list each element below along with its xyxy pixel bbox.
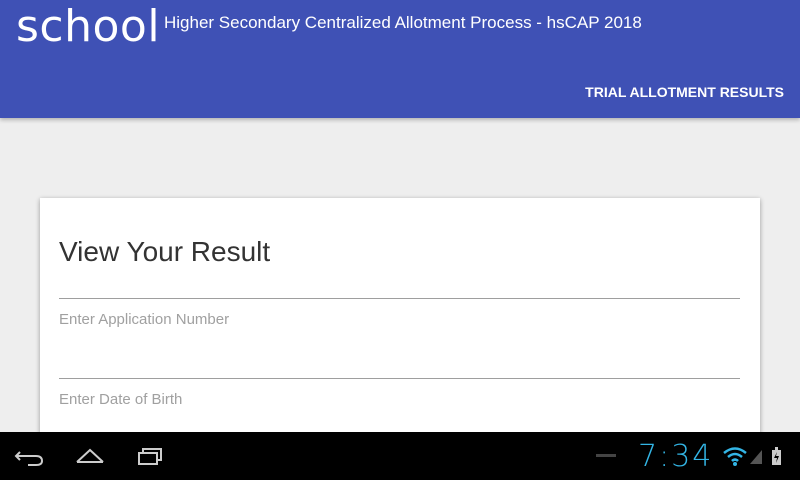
application-number-input[interactable] [59,300,740,338]
date-of-birth-input[interactable] [59,380,740,418]
status-icons [723,447,781,466]
app-bar: school Higher Secondary Centralized Allo… [0,0,800,118]
application-number-field [59,298,740,338]
wifi-icon [723,447,747,466]
home-icon[interactable] [74,444,106,468]
date-of-birth-field [59,378,740,418]
system-navigation-bar: 7:34 [0,432,800,480]
signal-icon [750,450,762,464]
field-underline [59,298,740,299]
result-card: View Your Result [40,198,760,458]
field-underline [59,378,740,379]
battery-icon [772,447,781,465]
card-title: View Your Result [59,236,271,267]
trial-allotment-results-link[interactable]: TRIAL ALLOTMENT RESULTS [585,84,784,100]
notification-dash [596,454,616,457]
app-logo[interactable]: school [16,0,160,54]
recent-apps-icon[interactable] [134,444,166,468]
page-title: Higher Secondary Centralized Allotment P… [164,13,642,32]
clock: 7:34 [638,439,714,474]
back-icon[interactable] [14,444,46,468]
